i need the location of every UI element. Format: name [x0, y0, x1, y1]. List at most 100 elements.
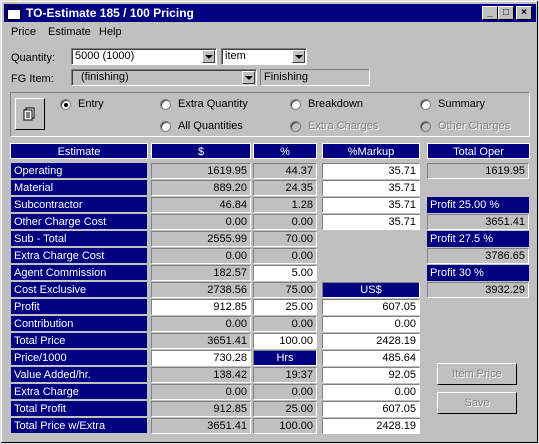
radio-breakdown[interactable]: [290, 99, 301, 110]
copy-icon[interactable]: [15, 98, 45, 130]
markup-cell-profit: 607.05: [322, 299, 420, 315]
maximize-icon[interactable]: □: [498, 6, 514, 20]
header-percent: %: [253, 143, 317, 159]
chevron-down-icon[interactable]: [292, 50, 305, 63]
quantity-select[interactable]: 5000 (1000): [71, 48, 217, 65]
dollar-cell-value-added-hr: 138.42: [151, 367, 251, 383]
radio-extra-quantity[interactable]: [160, 99, 171, 110]
fg-item-select[interactable]: (finishing): [71, 69, 257, 86]
markup-cell-cost-exclusive: US$: [322, 282, 420, 298]
percent-cell-extra-charge: 0.00: [253, 384, 317, 400]
chevron-down-icon[interactable]: [242, 71, 255, 84]
markup-cell-total-profit: 607.05: [322, 401, 420, 417]
row-label-value-added-hr: Value Added/hr.: [11, 367, 147, 383]
percent-cell-profit[interactable]: 25.00: [253, 299, 317, 315]
minimize-icon[interactable]: _: [482, 6, 498, 20]
row-label-operating: Operating: [11, 163, 147, 179]
quantity-value: 5000 (1000): [75, 50, 135, 62]
radio-extra-charges-label: Extra Charges: [308, 120, 379, 132]
dollar-cell-contribution: 0.00: [151, 316, 251, 332]
unit-value: item: [225, 50, 246, 62]
dollar-cell-total-price-w-extra: 3651.41: [151, 418, 251, 434]
percent-cell-cost-exclusive: 75.00: [253, 282, 317, 298]
row-label-other-charge-cost: Other Charge Cost: [11, 214, 147, 230]
row-label-total-price: Total Price: [11, 333, 147, 349]
percent-cell-agent-commission[interactable]: 5.00: [253, 265, 317, 281]
dollar-cell-total-price: 3651.41: [151, 333, 251, 349]
radio-all-quantities[interactable]: [160, 121, 171, 132]
radio-breakdown-label: Breakdown: [308, 98, 364, 110]
markup-cell-price-1000: 485.64: [322, 350, 420, 366]
dollar-cell-operating: 1619.95: [151, 163, 251, 179]
row-label-sub-total: Sub - Total: [11, 231, 147, 247]
percent-cell-total-profit: 25.00: [253, 401, 317, 417]
radio-all-quantities-label: All Quantities: [178, 120, 243, 132]
unit-select[interactable]: item: [221, 48, 307, 65]
radio-summary-label: Summary: [438, 98, 486, 110]
item-price-button[interactable]: Item Price: [437, 363, 517, 385]
percent-cell-sub-total: 70.00: [253, 231, 317, 247]
percent-cell-operating: 44.37: [253, 163, 317, 179]
markup-cell-operating[interactable]: 35.71: [322, 163, 420, 179]
row-label-cost-exclusive: Cost Exclusive: [11, 282, 147, 298]
row-label-material: Material: [11, 180, 147, 196]
fg-item-value: (finishing): [81, 71, 129, 83]
row-label-extra-charge: Extra Charge: [11, 384, 147, 400]
quantity-label: Quantity:: [11, 52, 56, 64]
markup-cell-material[interactable]: 35.71: [322, 180, 420, 196]
fg-item-description: Finishing: [260, 69, 370, 86]
window-title: TO-Estimate 185 / 100 Pricing: [26, 6, 194, 20]
row-label-extra-charge-cost: Extra Charge Cost: [11, 248, 147, 264]
row-label-total-profit: Total Profit: [11, 401, 147, 417]
percent-cell-total-price[interactable]: 100.00: [253, 333, 317, 349]
dollar-cell-profit[interactable]: 912.85: [151, 299, 251, 315]
percent-cell-price-1000: Hrs: [253, 350, 317, 366]
dollar-cell-total-profit: 912.85: [151, 401, 251, 417]
markup-cell-value-added-hr: 92.05: [322, 367, 420, 383]
row-label-contribution: Contribution: [11, 316, 147, 332]
radio-other-charges: [420, 121, 431, 132]
dollar-cell-extra-charge: 0.00: [151, 384, 251, 400]
markup-cell-contribution: 0.00: [322, 316, 420, 332]
percent-cell-material: 24.35: [253, 180, 317, 196]
row-label-subcontractor: Subcontractor: [11, 197, 147, 213]
menu-help[interactable]: Help: [99, 26, 122, 38]
profit-27-label: Profit 27.5 %: [427, 231, 529, 247]
radio-entry[interactable]: [60, 99, 71, 110]
profit-30-label: Profit 30 %: [427, 265, 529, 281]
markup-cell-total-price-w-extra: 2428.19: [322, 418, 420, 434]
markup-cell-other-charge-cost[interactable]: 35.71: [322, 214, 420, 230]
header-estimate: Estimate: [10, 143, 148, 159]
row-label-total-price-w-extra: Total Price w/Extra: [11, 418, 147, 434]
radio-summary[interactable]: [420, 99, 431, 110]
radio-entry-label: Entry: [78, 98, 104, 110]
dollar-cell-price-1000[interactable]: 730.28: [151, 350, 251, 366]
title-bar[interactable]: TO-Estimate 185 / 100 Pricing _ □ ×: [4, 4, 536, 22]
dollar-cell-material: 889.20: [151, 180, 251, 196]
save-button[interactable]: Save: [437, 392, 517, 414]
chevron-down-icon[interactable]: [202, 50, 215, 63]
percent-cell-subcontractor: 1.28: [253, 197, 317, 213]
dollar-cell-cost-exclusive: 2738.56: [151, 282, 251, 298]
app-icon[interactable]: [7, 6, 21, 20]
close-icon[interactable]: ×: [516, 6, 532, 20]
row-label-agent-commission: Agent Commission: [11, 265, 147, 281]
header-markup: %Markup: [322, 143, 420, 159]
dollar-cell-extra-charge-cost: 0.00: [151, 248, 251, 264]
profit-25-label: Profit 25.00 %: [427, 197, 529, 213]
row-label-price-1000: Price/1000: [11, 350, 147, 366]
percent-cell-value-added-hr: 19:37: [253, 367, 317, 383]
total-oper-value: 1619.95: [427, 163, 529, 179]
profit-25-value: 3651.41: [427, 214, 529, 230]
dollar-cell-agent-commission: 182.57: [151, 265, 251, 281]
pricing-window: TO-Estimate 185 / 100 Pricing _ □ × Pric…: [0, 0, 539, 444]
percent-cell-other-charge-cost: 0.00: [253, 214, 317, 230]
dollar-cell-sub-total: 2555.99: [151, 231, 251, 247]
header-dollar: $: [151, 143, 251, 159]
dollar-cell-other-charge-cost: 0.00: [151, 214, 251, 230]
markup-cell-subcontractor[interactable]: 35.71: [322, 197, 420, 213]
percent-cell-extra-charge-cost: 0.00: [253, 248, 317, 264]
menu-bar: Price Estimate Help: [4, 23, 536, 41]
menu-estimate[interactable]: Estimate: [48, 26, 91, 38]
menu-price[interactable]: Price: [11, 26, 36, 38]
